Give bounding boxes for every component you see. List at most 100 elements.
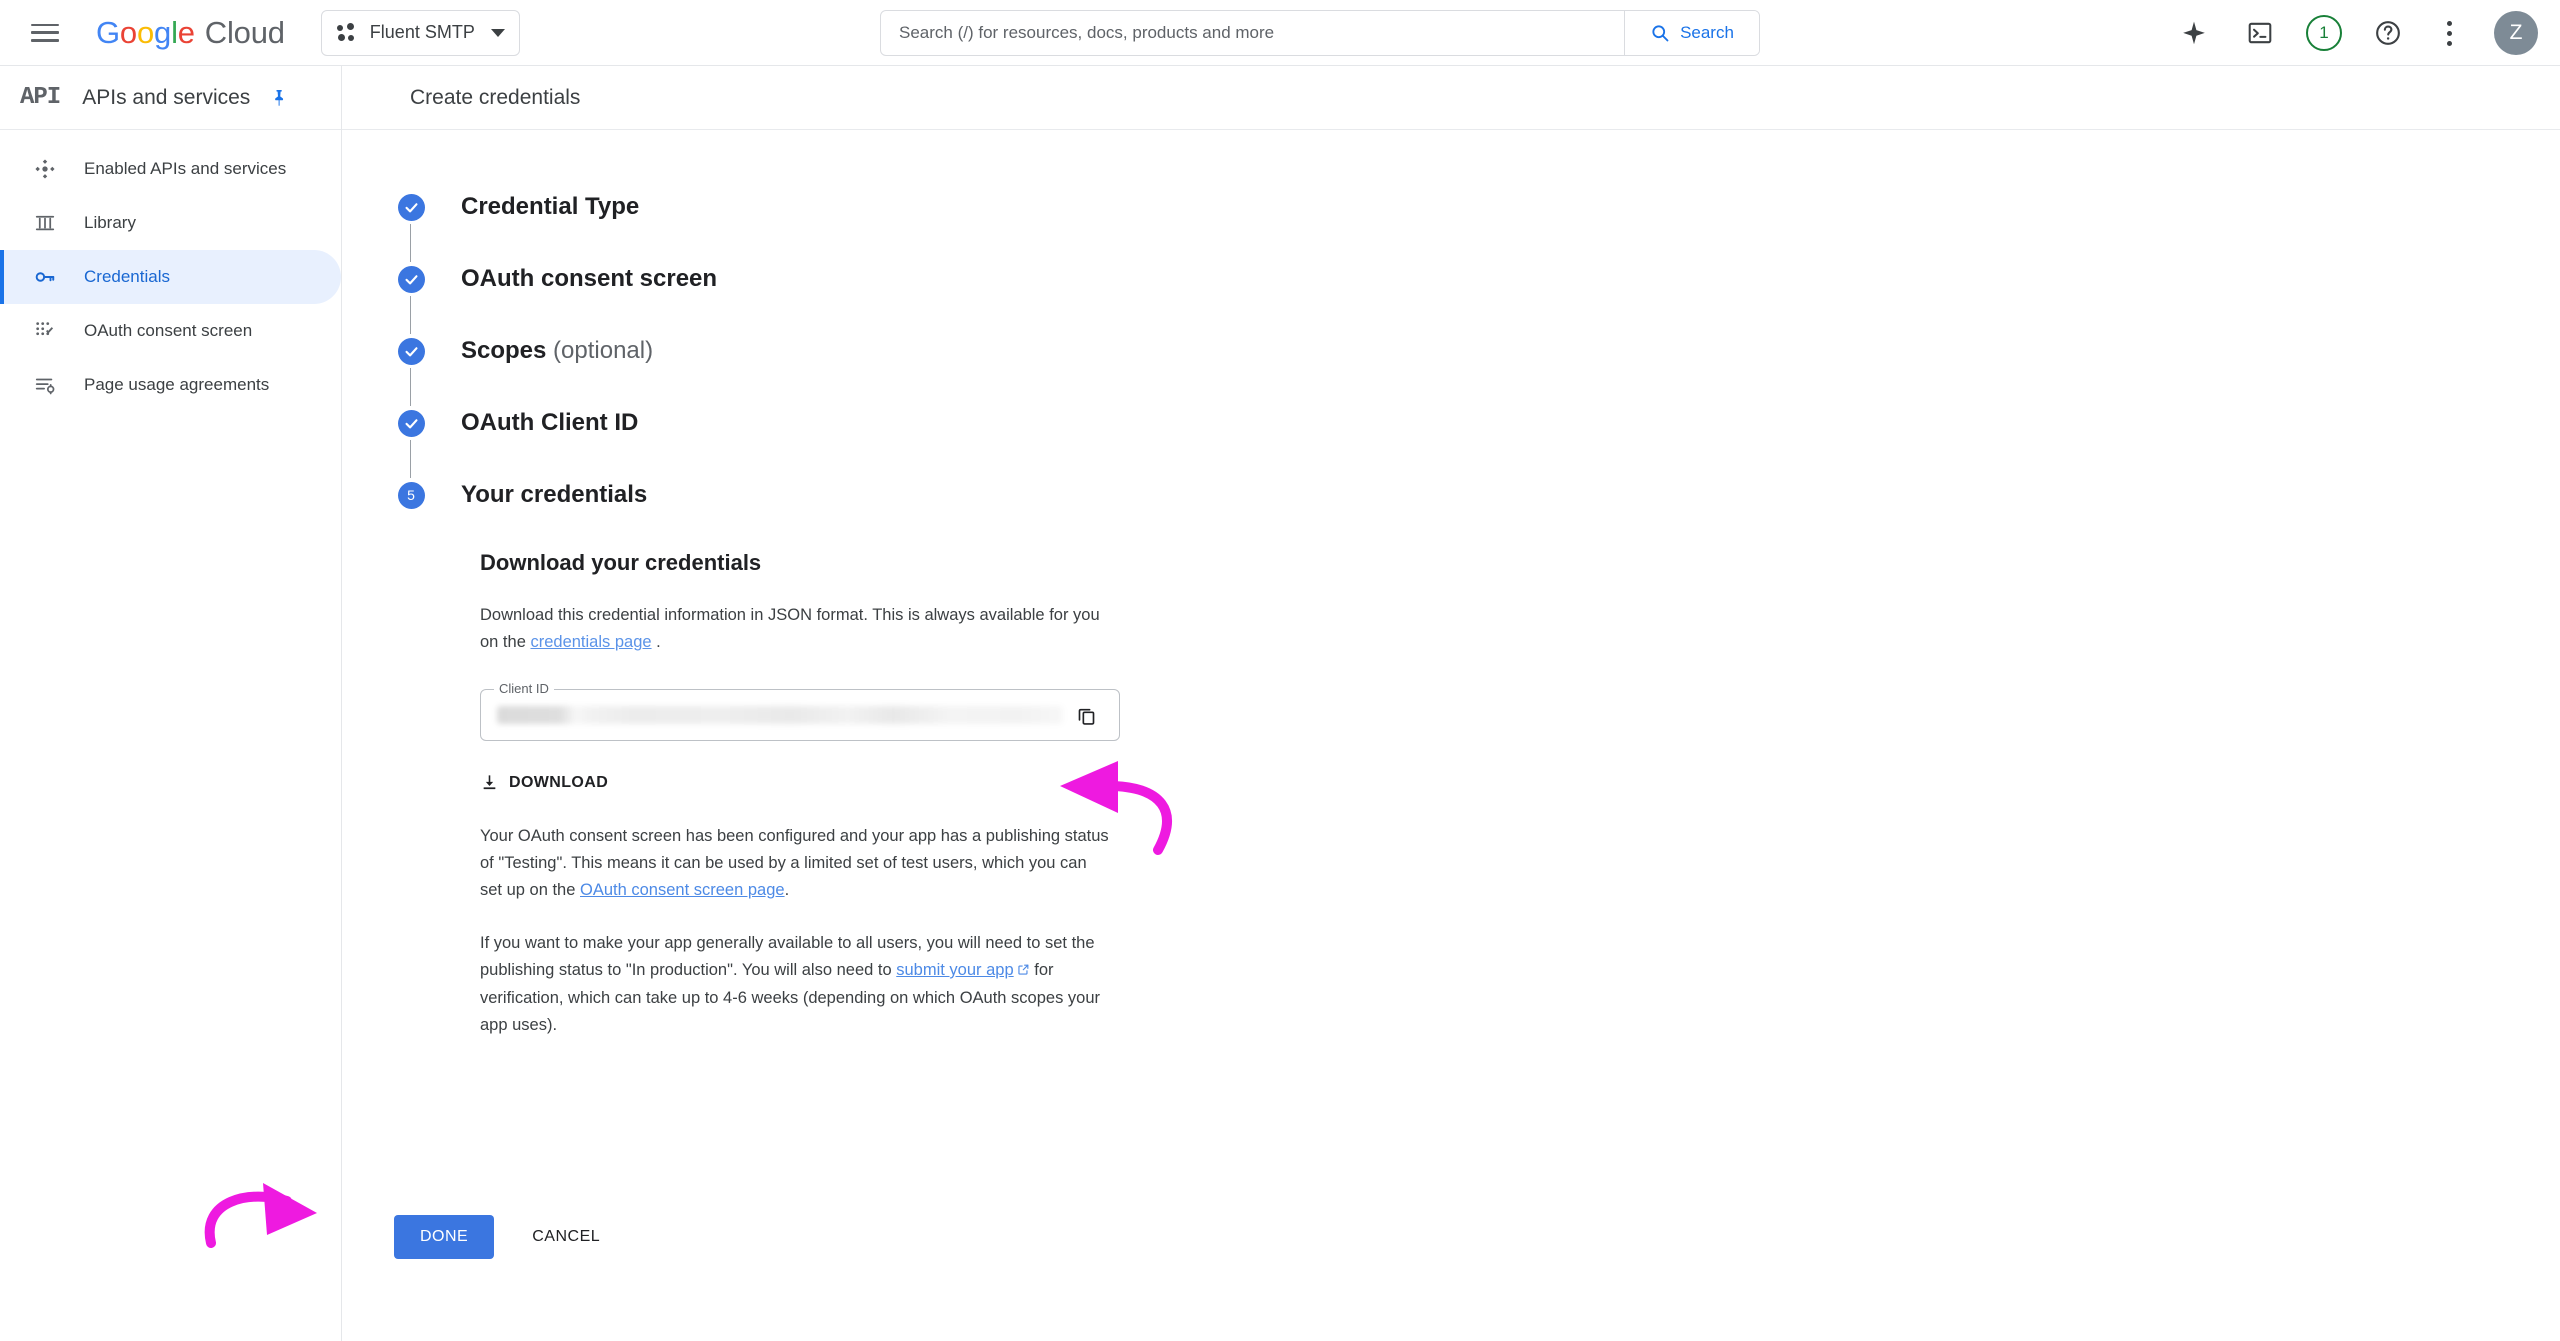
step-label-text: Your credentials (461, 481, 648, 508)
credentials-page-link[interactable]: credentials page (530, 633, 651, 651)
download-button[interactable]: DOWNLOAD (480, 769, 608, 796)
step-label-text: Scopes (461, 337, 547, 364)
chevron-down-icon (490, 28, 505, 37)
search-button[interactable]: Search (1624, 11, 1759, 55)
download-icon (483, 775, 496, 790)
step-connector (410, 224, 411, 262)
avatar[interactable]: Z (2494, 11, 2538, 55)
step-oauth-consent-screen[interactable]: OAuth consent screen (394, 262, 2560, 296)
sidebar-item-enabled-apis[interactable]: Enabled APIs and services (0, 142, 341, 196)
page-title: Create credentials (410, 85, 581, 109)
check-icon (397, 337, 425, 365)
sidebar-item-library[interactable]: Library (0, 196, 341, 250)
step-credential-type[interactable]: Credential Type (394, 190, 2560, 224)
submit-your-app-link[interactable]: submit your app (896, 961, 1013, 979)
production-status-paragraph: If you want to make your app generally a… (480, 930, 1112, 1039)
sidebar-item-label: Credentials (84, 267, 170, 286)
credential-stepper: Credential Type OAuth consent screen Sco… (342, 130, 2560, 1039)
step-connector (410, 368, 411, 406)
search-button-label: Search (1680, 23, 1734, 42)
notifications-count: 1 (2319, 23, 2329, 42)
sidebar-item-label: OAuth consent screen (84, 321, 253, 340)
dashboard-diamond-icon (30, 158, 60, 180)
sidebar-item-credentials[interactable]: Credentials (0, 250, 341, 304)
step-label[interactable]: Scopes (optional) (461, 334, 653, 368)
main-content: Credential Type OAuth consent screen Sco… (342, 130, 2560, 1341)
sidebar-item-label: Library (84, 213, 136, 232)
notifications-badge[interactable]: 1 (2306, 15, 2342, 51)
your-credentials-panel: Download your credentials Download this … (480, 512, 2560, 1039)
search-bar[interactable]: Search (880, 10, 1760, 56)
step-your-credentials[interactable]: 5 Your credentials (394, 478, 2560, 512)
client-id-label: Client ID (494, 681, 554, 696)
form-actions: DONE CANCEL (394, 1215, 622, 1259)
oauth-consent-screen-page-link[interactable]: OAuth consent screen page (580, 881, 785, 899)
search-input[interactable] (881, 11, 1624, 55)
hamburger-icon[interactable] (28, 21, 62, 45)
key-icon (30, 266, 60, 288)
pin-icon[interactable] (270, 88, 289, 107)
sidebar: API APIs and services Enabled APIs and s… (0, 66, 342, 1341)
step-number: 5 (397, 481, 425, 509)
sparkle-icon[interactable] (2174, 13, 2214, 53)
step-label[interactable]: Credential Type (461, 190, 639, 224)
page-header: Create credentials (342, 66, 2560, 130)
step-label[interactable]: OAuth Client ID (461, 406, 638, 440)
external-link-icon (1017, 958, 1030, 985)
step-label-text: OAuth consent screen (461, 265, 718, 292)
client-id-copy-button[interactable] (1063, 692, 1109, 738)
step-label[interactable]: Your credentials (461, 478, 647, 512)
step-scopes[interactable]: Scopes (optional) (394, 334, 2560, 368)
testing-text-before: Your OAuth consent screen has been confi… (480, 827, 1109, 899)
logo-letter-o2: o (136, 14, 155, 50)
logo-letter-o1: o (119, 14, 137, 50)
step-label-text: OAuth Client ID (461, 409, 639, 436)
consent-screen-icon (30, 320, 60, 342)
step-connector (410, 296, 411, 334)
search-icon (1652, 25, 1669, 42)
check-icon (397, 409, 425, 437)
top-bar: Google Cloud Fluent SMTP Search (/) for … (0, 0, 2560, 66)
logo-letter-g: G (96, 14, 120, 50)
cancel-button[interactable]: CANCEL (510, 1215, 622, 1259)
logo-letter-l: l (171, 14, 178, 50)
step-marker (394, 262, 428, 296)
testing-text-after: . (784, 881, 790, 899)
download-button-label: DOWNLOAD (509, 773, 609, 791)
api-logo: API (20, 84, 61, 111)
help-icon[interactable] (2368, 13, 2408, 53)
google-cloud-logo[interactable]: Google Cloud (96, 15, 285, 51)
sidebar-header: API APIs and services (0, 66, 341, 130)
logo-word-cloud: Cloud (204, 14, 285, 50)
sidebar-item-label: Enabled APIs and services (84, 159, 287, 178)
project-name: Fluent SMTP (369, 22, 475, 42)
project-selector[interactable]: Fluent SMTP (320, 9, 520, 56)
copy-icon (1078, 708, 1094, 725)
client-id-value (497, 706, 1063, 724)
done-button[interactable]: DONE (394, 1215, 495, 1259)
agreements-icon (30, 374, 60, 396)
project-dots-icon (336, 22, 358, 44)
step-label-optional: (optional) (553, 337, 654, 364)
testing-status-paragraph: Your OAuth consent screen has been confi… (480, 823, 1112, 904)
step-oauth-client-id[interactable]: OAuth Client ID (394, 406, 2560, 440)
kebab-icon[interactable] (2434, 16, 2464, 50)
sidebar-item-label: Page usage agreements (84, 375, 270, 394)
check-icon (397, 193, 425, 221)
step-label[interactable]: OAuth consent screen (461, 262, 717, 296)
sidebar-item-oauth-consent-screen[interactable]: OAuth consent screen (0, 304, 341, 358)
library-icon (30, 212, 60, 234)
check-icon (397, 265, 425, 293)
sidebar-title: APIs and services (82, 85, 251, 109)
step-marker: 5 (394, 478, 428, 512)
sidebar-item-page-usage-agreements[interactable]: Page usage agreements (0, 358, 341, 412)
section-title: Download your credentials (480, 550, 762, 575)
step-marker (394, 406, 428, 440)
topbar-actions: 1 Z (2174, 0, 2538, 66)
cloud-shell-terminal-icon[interactable] (2240, 13, 2280, 53)
step-connector (410, 440, 411, 478)
client-id-field[interactable]: Client ID (480, 681, 1120, 741)
intro-paragraph: Download this credential information in … (480, 602, 1112, 656)
logo-letter-g2: g (154, 14, 172, 50)
sidebar-nav: Enabled APIs and services Library Creden… (0, 130, 341, 412)
